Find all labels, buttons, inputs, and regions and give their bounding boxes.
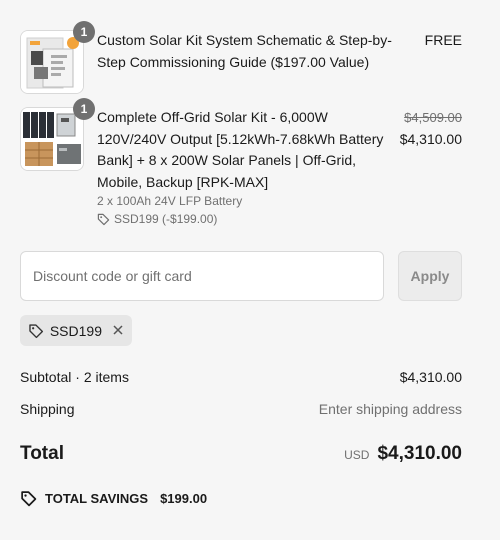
quantity-badge: 1 bbox=[73, 21, 95, 43]
item-discount: SSD199 (-$199.00) bbox=[97, 210, 392, 228]
item-title: Custom Solar Kit System Schematic & Step… bbox=[97, 32, 392, 70]
tag-icon bbox=[29, 323, 44, 338]
subtotal-row: Subtotal · 2 items $4,310.00 bbox=[20, 369, 462, 385]
tag-icon bbox=[97, 213, 110, 225]
item-variant: 2 x 100Ah 24V LFP Battery bbox=[97, 194, 243, 208]
product-thumbnail: 1 bbox=[20, 98, 95, 171]
item-price-block: $4,509.00 $4,310.00 bbox=[392, 107, 462, 228]
total-row: Total USD $4,310.00 bbox=[20, 443, 462, 465]
total-value-group: USD $4,310.00 bbox=[344, 443, 462, 465]
line-item: 1 Custom Solar Kit System Schematic & St… bbox=[20, 21, 462, 94]
subtotal-value: $4,310.00 bbox=[399, 369, 462, 385]
remove-code-button[interactable] bbox=[112, 324, 124, 338]
total-value: $4,310.00 bbox=[377, 443, 462, 464]
shipping-value: Enter shipping address bbox=[318, 401, 462, 417]
item-discount-text: SSD199 (-$199.00) bbox=[114, 212, 218, 226]
savings-value: $199.00 bbox=[160, 491, 208, 506]
total-savings: TOTAL SAVINGS $199.00 bbox=[20, 490, 207, 507]
close-icon bbox=[113, 324, 123, 335]
tag-icon bbox=[21, 491, 37, 507]
apply-button[interactable]: Apply bbox=[398, 251, 462, 301]
item-price: $4,310.00 bbox=[399, 130, 462, 147]
order-summary: 1 Custom Solar Kit System Schematic & St… bbox=[0, 0, 500, 540]
savings-label: TOTAL SAVINGS bbox=[45, 491, 149, 506]
solar-kit-image bbox=[20, 107, 84, 171]
schematic-guide-image bbox=[20, 30, 84, 94]
item-details: Complete Off-Grid Solar Kit - 6,000W 120… bbox=[97, 107, 392, 228]
original-price: $4,509.00 bbox=[404, 110, 462, 125]
applied-discount-chip: SSD199 bbox=[20, 315, 132, 346]
total-label: Total bbox=[20, 443, 64, 464]
line-item: 1 Complete Off-Grid Solar Kit - 6,000W 1… bbox=[20, 98, 462, 228]
item-price: FREE bbox=[424, 32, 462, 48]
product-thumbnail: 1 bbox=[20, 21, 95, 94]
shipping-label: Shipping bbox=[20, 401, 75, 417]
discount-code-input[interactable] bbox=[20, 251, 384, 301]
item-details: Custom Solar Kit System Schematic & Step… bbox=[97, 30, 392, 94]
item-title: Complete Off-Grid Solar Kit - 6,000W 120… bbox=[97, 109, 384, 190]
quantity-badge: 1 bbox=[73, 98, 95, 120]
currency-code: USD bbox=[344, 448, 370, 462]
subtotal-label: Subtotal · 2 items bbox=[20, 369, 129, 385]
applied-code: SSD199 bbox=[49, 322, 102, 339]
shipping-row: Shipping Enter shipping address bbox=[20, 401, 462, 417]
